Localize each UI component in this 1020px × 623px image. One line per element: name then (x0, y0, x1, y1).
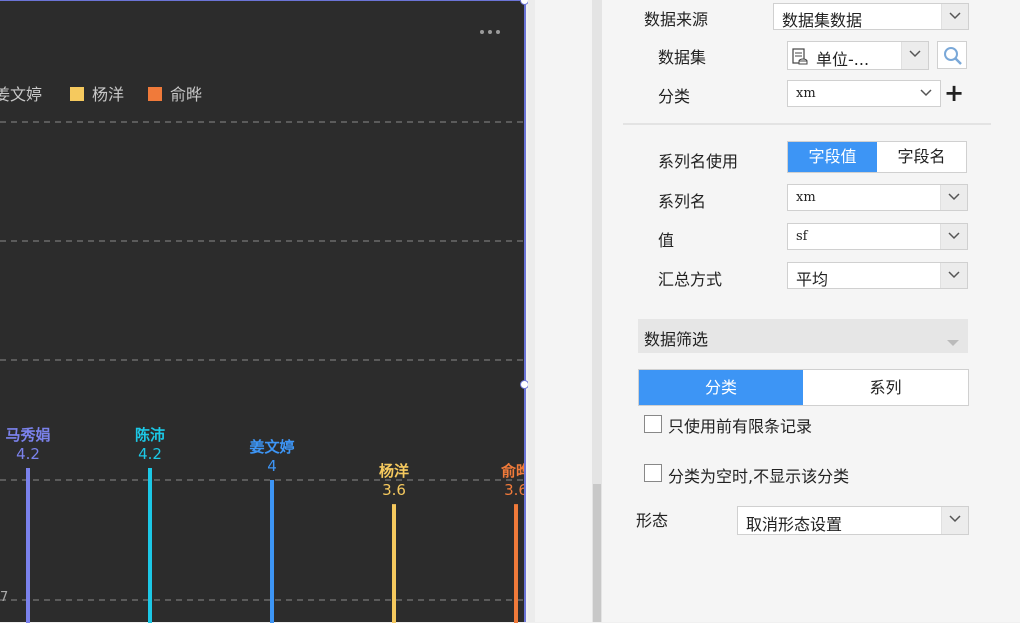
chevron-down-icon[interactable] (940, 224, 967, 249)
category-label: 分类 (658, 87, 691, 106)
chart-bars: 马秀娟4.2陈沛4.2 姜文婷4 杨洋3.6俞晔3.6 (5, 426, 524, 623)
section-divider (623, 123, 991, 125)
legend-swatch (70, 87, 84, 101)
value-label: 值 (658, 231, 675, 250)
tab-category[interactable]: 分类 (639, 370, 803, 405)
series-name-use-toggle[interactable]: 字段值 字段名 (787, 141, 967, 173)
bar-value-label: 3.6 (504, 481, 524, 499)
more-dots-icon[interactable] (480, 30, 500, 34)
canvas-margin (535, 0, 592, 622)
bar-value-label: 3.6 (382, 481, 406, 499)
scrollbar-thumb[interactable] (593, 484, 601, 622)
summary-value: 平均 (796, 270, 829, 289)
hide-empty-category-checkbox[interactable] (644, 464, 662, 482)
summary-select[interactable]: 平均 (787, 262, 968, 289)
dataset-value: 单位-... (816, 50, 870, 69)
bar-category-label: 马秀娟 (5, 426, 50, 444)
tab-series[interactable]: 系列 (803, 370, 968, 405)
data-filter-label: 数据筛选 (644, 330, 709, 349)
data-source-select[interactable]: 数据集数据 (773, 3, 969, 30)
chart-preview[interactable]: 7 姜文婷 杨洋 俞晔 马秀娟 4.2 陈沛 4.2 姜文婷 4 杨洋 3.6 俞晔 3.6 (0, 0, 526, 623)
summary-label: 汇总方式 (658, 270, 723, 289)
chart-legend: 姜文婷 杨洋 俞晔 (0, 85, 202, 104)
chevron-down-icon[interactable] (940, 185, 967, 210)
dataset-icon (792, 48, 808, 70)
bar-value-label: 4.2 (138, 445, 162, 463)
collapse-arrow-icon[interactable] (947, 333, 959, 351)
field-name-option[interactable]: 字段名 (877, 142, 966, 172)
data-source-value: 数据集数据 (782, 11, 863, 30)
legend-label[interactable]: 姜文婷 (0, 85, 42, 104)
chart-canvas: 7 姜文婷 杨洋 俞晔 马秀娟4.2陈沛4.2 姜文婷4 杨洋3.6俞晔3.6 (0, 30, 524, 623)
filter-tabs[interactable]: 分类 系列 (638, 369, 969, 406)
value-value: sf (796, 229, 808, 244)
gutter (528, 0, 535, 622)
data-filter-header[interactable]: 数据筛选 (638, 319, 968, 353)
series-name-use-label: 系列名使用 (658, 152, 739, 171)
vertical-scrollbar[interactable] (592, 0, 602, 622)
series-name-select[interactable]: xm (787, 184, 968, 211)
series-name-value: xm (796, 190, 816, 205)
axis-tick-label: 7 (0, 590, 8, 605)
bar-category-label: 俞晔 (500, 462, 524, 480)
chevron-down-icon[interactable] (913, 81, 940, 106)
bar-value-label: 4 (267, 457, 277, 475)
bar-category-label: 姜文婷 (249, 438, 294, 456)
chevron-down-icon[interactable] (941, 507, 968, 534)
legend-swatch (148, 87, 162, 101)
form-label: 形态 (636, 511, 669, 530)
chevron-down-icon[interactable] (941, 4, 968, 29)
legend-label[interactable]: 杨洋 (92, 85, 124, 104)
bar-category-label: 陈沛 (135, 426, 165, 444)
dataset-label: 数据集 (658, 48, 707, 67)
field-value-option[interactable]: 字段值 (788, 142, 877, 172)
search-button[interactable] (937, 41, 967, 69)
add-category-icon[interactable]: + (944, 81, 964, 105)
bar-value-label: 4.2 (16, 445, 40, 463)
value-select[interactable]: sf (787, 223, 968, 250)
chevron-down-icon[interactable] (940, 263, 967, 288)
search-icon (943, 46, 963, 70)
chevron-down-icon[interactable] (901, 42, 928, 69)
legend-label[interactable]: 俞晔 (170, 85, 202, 104)
dataset-select[interactable]: 单位-... (787, 41, 929, 70)
category-select[interactable]: xm (787, 80, 941, 107)
only-top-records-label: 只使用前有限条记录 (668, 417, 813, 436)
series-name-label: 系列名 (658, 192, 707, 211)
data-source-label: 数据来源 (644, 10, 709, 29)
grid-lines (0, 121, 524, 601)
form-value: 取消形态设置 (746, 515, 843, 534)
category-value: xm (796, 86, 816, 101)
hide-empty-category-label: 分类为空时,不显示该分类 (668, 467, 850, 486)
form-select[interactable]: 取消形态设置 (737, 506, 969, 535)
only-top-records-checkbox[interactable] (644, 415, 662, 433)
bar-category-label: 杨洋 (379, 462, 409, 480)
